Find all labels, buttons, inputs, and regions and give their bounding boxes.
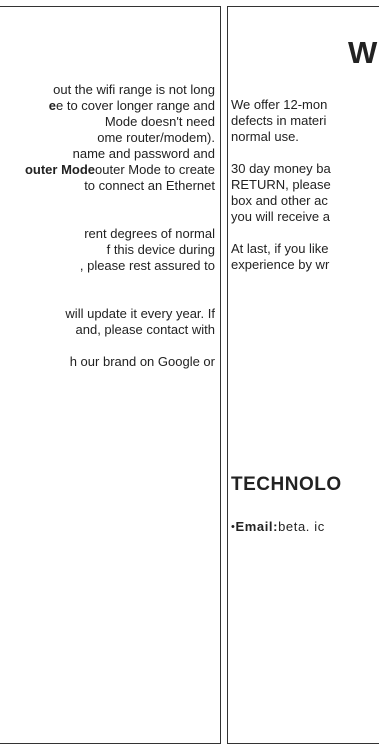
text-line: experience by wr [231,257,330,272]
bold-run: outer Mode [24,162,96,177]
text-line: box and other ac [231,193,328,208]
text-line: you will receive a [231,209,330,224]
email-line: •Email:beta. ic [231,519,325,534]
text-line: ome router/modem). [97,130,215,145]
text-line: h our brand on Google or [69,354,215,369]
left-body-text: out the wifi range is not long ee to cov… [25,82,215,370]
text-line: outer Modeouter Mode to create [25,162,215,178]
section-heading: TECHNOLO [231,474,342,495]
text-line: defects in materi [231,113,327,128]
text-line: , please rest assured to [79,258,215,273]
text-run: e to cover longer range and [56,98,215,113]
text-line: ee to cover longer range and [25,98,215,114]
text-line: rent degrees of normal [84,226,215,241]
bold-run: e [48,98,56,113]
text-line: out the wifi range is not long [53,82,215,97]
right-body-text: We offer 12-mon defects in materi normal… [231,97,331,273]
text-line: normal use. [231,129,299,144]
page-title: W [348,35,378,70]
text-line: 30 day money ba [231,161,331,176]
right-page-panel: W We offer 12-mon defects in materi norm… [227,6,379,744]
text-line: and, please contact with [75,322,215,337]
text-line: f this device during [106,242,215,257]
text-line: name and password and [72,146,215,161]
text-line: RETURN, please [231,177,331,192]
email-address[interactable]: beta. ic [278,519,325,534]
text-line: to connect an Ethernet [84,178,215,193]
bullet-icon: • [231,521,236,533]
text-line: will update it every year. If [65,306,215,321]
text-run: outer Mode to create [95,162,215,177]
email-label: Email: [235,519,279,534]
text-line: We offer 12-mon [231,97,328,112]
left-page-panel: out the wifi range is not long ee to cov… [0,6,221,744]
text-line: At last, if you like [231,241,329,256]
text-line: Mode doesn't need [104,114,215,129]
